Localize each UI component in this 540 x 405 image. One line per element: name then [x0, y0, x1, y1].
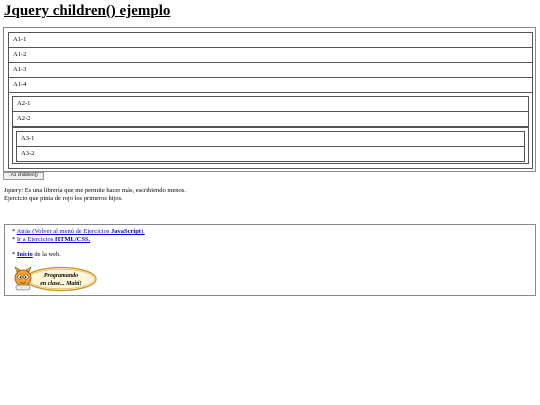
a2-item-2: A2-2	[12, 111, 529, 127]
links-panel: * Atrás (Volver al menú de Ejercicios Ja…	[4, 224, 536, 296]
back-link[interactable]: Atrás (Volver al menú de Ejercicios Java…	[17, 228, 145, 235]
exercises-link[interactable]: Ir a Ejercicios HTML/CSS.	[17, 236, 90, 243]
exercises-link-bold: HTML/CSS.	[54, 236, 91, 243]
back-link-bold: JavaScript	[111, 228, 141, 235]
a1-container: A1-1 A1-2 A1-3 A1-4 A2-1 A2-2 A3-1 A3-2	[3, 27, 536, 172]
description: Jquery: Es una librería que me permite h…	[4, 187, 186, 203]
home-link-bold: Inicio	[16, 251, 33, 258]
back-link-text: Atrás (Volver al menú de Ejercicios	[16, 228, 111, 235]
a3-item-2: A3-2	[16, 146, 525, 162]
logo-text-line-1: Programando	[44, 273, 78, 279]
programando-logo[interactable]: Programando en clase... Maití!	[11, 266, 97, 292]
a1-item-4: A1-4	[8, 77, 533, 93]
a1-item-2: A1-2	[8, 47, 533, 63]
a3-item-1: A3-1	[16, 131, 525, 147]
home-link-row: * Inicio de la web.	[12, 251, 61, 259]
description-line-1: Jquery: Es una librería que me permite h…	[4, 187, 186, 194]
a1-item-1: A1-1	[8, 32, 533, 48]
logo-image: Programando en clase... Maití!	[14, 266, 97, 292]
back-link-row: * Atrás (Volver al menú de Ejercicios Ja…	[12, 228, 145, 236]
home-link[interactable]: Inicio	[17, 251, 33, 258]
description-line-2: Ejercicio que pinta de rojo los primeros…	[4, 195, 123, 202]
exercises-link-row: * Ir a Ejercicios HTML/CSS.	[12, 236, 90, 244]
page-title: Jquery children() ejemplo	[4, 3, 171, 19]
a2-item-1: A2-1	[12, 96, 529, 112]
a1-item-3: A1-3	[8, 62, 533, 78]
back-link-suffix: ).	[140, 228, 145, 235]
a3-container: A3-1 A3-2	[12, 127, 529, 164]
a1-children-button[interactable]: .A1 children()	[3, 172, 44, 180]
logo-text-line-2: en clase... Maití!	[40, 281, 82, 287]
home-link-text: de la web.	[32, 251, 61, 258]
a2-container: A2-1 A2-2 A3-1 A3-2	[8, 92, 533, 169]
exercises-link-text: Ir a Ejercicios	[16, 236, 55, 243]
